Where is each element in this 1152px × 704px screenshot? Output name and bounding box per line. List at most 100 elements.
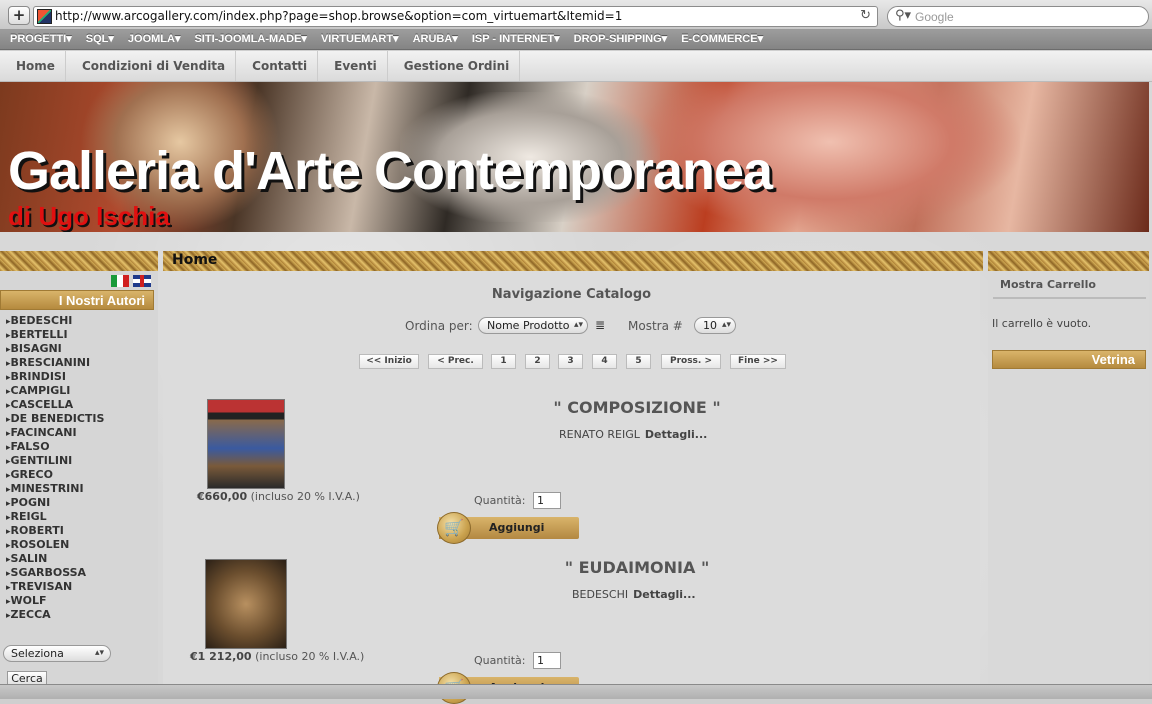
authors-heading: I Nostri Autori bbox=[0, 290, 154, 310]
url-text[interactable]: http://www.arcogallery.com/index.php?pag… bbox=[55, 9, 622, 24]
product-image[interactable] bbox=[205, 559, 287, 649]
sort-select-value: Nome Prodotto bbox=[487, 319, 570, 332]
product-details-link[interactable]: Dettagli... bbox=[633, 588, 695, 601]
language-flags bbox=[111, 275, 151, 287]
reload-icon[interactable]: ↻ bbox=[860, 8, 871, 23]
add-to-cart-button[interactable]: 🛒 Aggiungi bbox=[437, 512, 579, 544]
nav-contatti[interactable]: Contatti bbox=[242, 51, 319, 81]
bookmark-virtuemart[interactable]: VIRTUEMART▾ bbox=[321, 30, 399, 49]
product-author-name: RENATO REIGL bbox=[559, 428, 640, 441]
author-link[interactable]: ROBERTI bbox=[6, 524, 156, 538]
nav-eventi[interactable]: Eventi bbox=[324, 51, 388, 81]
site-favicon-icon bbox=[37, 9, 52, 24]
vetrina-heading-text: Vetrina bbox=[1091, 352, 1135, 367]
category-select[interactable]: Seleziona ▴▾ bbox=[3, 645, 111, 662]
author-link[interactable]: POGNI bbox=[6, 496, 156, 510]
product-price: €660,00 (incluso 20 % I.V.A.) bbox=[197, 490, 360, 504]
author-link[interactable]: MINESTRINI bbox=[6, 482, 156, 496]
browser-status-bar bbox=[0, 684, 1152, 699]
bookmark-isp-internet[interactable]: ISP - INTERNET▾ bbox=[472, 30, 560, 49]
address-bar[interactable]: http://www.arcogallery.com/index.php?pag… bbox=[33, 6, 878, 27]
author-link[interactable]: BRESCIANINI bbox=[6, 356, 156, 370]
bookmark-drop-shipping[interactable]: DROP-SHIPPING▾ bbox=[574, 30, 668, 49]
catalog-title: Navigazione Catalogo bbox=[491, 287, 652, 302]
search-placeholder: Google bbox=[915, 10, 954, 24]
quantity-input[interactable]: 1 bbox=[533, 492, 561, 509]
bookmark-aruba[interactable]: ARUBA▾ bbox=[413, 30, 458, 49]
author-link[interactable]: TREVISAN bbox=[6, 580, 156, 594]
product-author: RENATO REIGL Dettagli... bbox=[559, 428, 707, 442]
author-link[interactable]: BERTELLI bbox=[6, 328, 156, 342]
author-link[interactable]: SALIN bbox=[6, 552, 156, 566]
price-value: €660,00 bbox=[197, 490, 248, 503]
category-select-value: Seleziona bbox=[11, 647, 64, 660]
bookmark-siti-joomla-made[interactable]: SITI-JOOMLA-MADE▾ bbox=[194, 30, 306, 49]
product-details-link[interactable]: Dettagli... bbox=[645, 428, 707, 441]
pagination-page-1[interactable]: 1 bbox=[491, 354, 516, 369]
quantity-input[interactable]: 1 bbox=[533, 652, 561, 669]
product-author-name: BEDESCHI bbox=[572, 588, 629, 601]
author-link[interactable]: CASCELLA bbox=[6, 398, 156, 412]
breadcrumb[interactable]: Home bbox=[172, 252, 217, 269]
product-title[interactable]: " EUDAIMONIA " bbox=[497, 558, 777, 578]
pagination-prev[interactable]: < Prec. bbox=[428, 354, 483, 369]
price-vat: (incluso 20 % I.V.A.) bbox=[251, 650, 365, 663]
product-title[interactable]: " COMPOSIZIONE " bbox=[497, 398, 777, 418]
bookmark-joomla[interactable]: JOOMLA▾ bbox=[128, 30, 181, 49]
author-link[interactable]: SGARBOSSA bbox=[6, 566, 156, 580]
price-value: €1 212,00 bbox=[190, 650, 252, 663]
authors-heading-text: I Nostri Autori bbox=[58, 293, 145, 308]
search-icon: ⚲▾ bbox=[895, 8, 912, 23]
add-to-cart-label: Aggiungi bbox=[489, 521, 545, 534]
select-arrows-icon: ▴▾ bbox=[573, 320, 583, 330]
pagination-page-4[interactable]: 4 bbox=[592, 354, 617, 369]
bookmark-progetti[interactable]: PROGETTI▾ bbox=[10, 30, 72, 49]
pagination-last[interactable]: Fine >> bbox=[730, 354, 786, 369]
sort-select[interactable]: Nome Prodotto ▴▾ bbox=[478, 317, 588, 334]
author-link[interactable]: DE BENEDICTIS bbox=[6, 412, 156, 426]
bookmark-sql[interactable]: SQL▾ bbox=[86, 30, 114, 49]
search-field[interactable]: ⚲▾ Google bbox=[887, 6, 1149, 27]
show-count-label: Mostra # bbox=[628, 319, 683, 333]
show-count-select[interactable]: 10 ▴▾ bbox=[694, 317, 736, 334]
italian-flag-icon[interactable] bbox=[111, 275, 129, 287]
bookmark-e-commerce[interactable]: E-COMMERCE▾ bbox=[681, 30, 763, 49]
author-link[interactable]: BISAGNI bbox=[6, 342, 156, 356]
right-sidebar bbox=[988, 251, 1149, 684]
site-banner: Galleria d'Arte Contemporanea di Ugo Isc… bbox=[0, 82, 1149, 232]
author-link[interactable]: CAMPIGLI bbox=[6, 384, 156, 398]
author-link[interactable]: GENTILINI bbox=[6, 454, 156, 468]
author-link[interactable]: BEDESCHI bbox=[6, 314, 156, 328]
quantity-label: Quantità: bbox=[474, 494, 526, 507]
nav-gestione-ordini[interactable]: Gestione Ordini bbox=[394, 51, 521, 81]
nav-condizioni-di-vendita[interactable]: Condizioni di Vendita bbox=[72, 51, 237, 81]
product-price: €1 212,00 (incluso 20 % I.V.A.) bbox=[190, 650, 364, 664]
center-gold-border bbox=[163, 251, 983, 271]
pagination-page-2[interactable]: 2 bbox=[525, 354, 550, 369]
author-link[interactable]: ZECCA bbox=[6, 608, 156, 622]
author-link[interactable]: GRECO bbox=[6, 468, 156, 482]
pagination-next[interactable]: Pross. > bbox=[661, 354, 721, 369]
select-arrows-icon: ▴▾ bbox=[721, 320, 731, 330]
cart-title[interactable]: Mostra Carrello bbox=[993, 276, 1146, 299]
select-arrows-icon: ▴▾ bbox=[94, 648, 104, 658]
author-link[interactable]: BRINDISI bbox=[6, 370, 156, 384]
banner-subtitle: di Ugo Ischia bbox=[8, 201, 170, 231]
author-link[interactable]: FACINCANI bbox=[6, 426, 156, 440]
author-link[interactable]: REIGL bbox=[6, 510, 156, 524]
author-link[interactable]: WOLF bbox=[6, 594, 156, 608]
nav-home[interactable]: Home bbox=[6, 51, 66, 81]
author-link[interactable]: ROSOLEN bbox=[6, 538, 156, 552]
add-bookmark-button[interactable]: + bbox=[8, 6, 30, 25]
right-gold-border bbox=[988, 251, 1149, 271]
sort-label: Ordina per: bbox=[405, 319, 473, 333]
left-gold-border bbox=[0, 251, 158, 271]
author-link[interactable]: FALSO bbox=[6, 440, 156, 454]
english-flag-icon[interactable] bbox=[133, 275, 151, 287]
sort-direction-icon[interactable]: ≣ bbox=[595, 318, 605, 332]
pagination-first[interactable]: << Inizio bbox=[359, 354, 419, 369]
pagination-page-3[interactable]: 3 bbox=[558, 354, 583, 369]
pagination-page-5[interactable]: 5 bbox=[626, 354, 651, 369]
product-image[interactable] bbox=[207, 399, 285, 489]
banner-title: Galleria d'Arte Contemporanea bbox=[8, 141, 773, 201]
